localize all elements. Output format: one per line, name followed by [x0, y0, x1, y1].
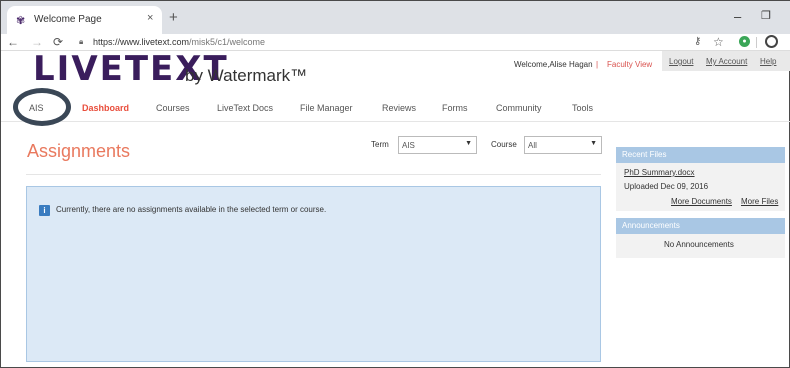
favicon-icon: ✾ — [16, 15, 26, 27]
maximize-button[interactable]: ❐ — [761, 9, 771, 22]
welcome-text: Welcome,Alise Hagan — [514, 60, 593, 69]
recent-files-panel: PhD Summary.docx Uploaded Dec 09, 2016 M… — [616, 163, 785, 211]
minimize-button[interactable]: – — [734, 9, 741, 24]
menu-item-community[interactable]: Community — [496, 103, 542, 113]
lock-icon[interactable]: 🔒︎ — [79, 37, 83, 47]
recent-files-header: Recent Files — [616, 147, 785, 163]
chevron-down-icon: ▼ — [465, 140, 472, 147]
url-field[interactable]: https://www.livetext.com/misk5/c1/welcom… — [93, 37, 265, 47]
course-value: All — [528, 141, 537, 150]
extension-icon[interactable]: ● — [739, 36, 750, 47]
highlight-circle — [13, 88, 71, 126]
url-host: https://www.livetext.com — [93, 37, 190, 47]
menu-item-livetext-docs[interactable]: LiveText Docs — [217, 103, 273, 113]
menu-item-tools[interactable]: Tools — [572, 103, 593, 113]
term-select[interactable]: AIS ▼ — [398, 136, 477, 154]
tab-title: Welcome Page — [34, 14, 102, 25]
course-select[interactable]: All ▼ — [524, 136, 602, 154]
star-icon[interactable]: ☆ — [713, 35, 724, 49]
my-account-link[interactable]: My Account — [706, 57, 747, 66]
forward-icon[interactable]: → — [31, 35, 43, 49]
toolbar-divider — [756, 37, 757, 48]
upload-date: Uploaded Dec 09, 2016 — [624, 182, 709, 191]
info-message: Currently, there are no assignments avai… — [56, 205, 327, 214]
help-link[interactable]: Help — [760, 57, 776, 66]
announcements-header: Announcements — [616, 218, 785, 234]
menu-item-forms[interactable]: Forms — [442, 103, 468, 113]
info-alert: i Currently, there are no assignments av… — [26, 186, 601, 362]
menu-item-dashboard[interactable]: Dashboard — [82, 103, 129, 113]
back-icon[interactable]: ← — [7, 35, 19, 49]
no-announcements-text: No Announcements — [664, 240, 734, 249]
more-documents-link[interactable]: More Documents — [671, 197, 732, 206]
logo-tagline: by Watermark™ — [185, 66, 308, 85]
menu-item-courses[interactable]: Courses — [156, 103, 190, 113]
more-files-link[interactable]: More Files — [741, 197, 778, 206]
logout-link[interactable]: Logout — [669, 57, 693, 66]
main-menu: AIS Dashboard Courses LiveText Docs File… — [1, 96, 790, 122]
divider — [26, 174, 601, 175]
faculty-view-link[interactable]: Faculty View — [607, 60, 652, 69]
term-label: Term — [371, 140, 389, 149]
reload-icon[interactable]: ⟳ — [53, 35, 63, 49]
recent-file-link[interactable]: PhD Summary.docx — [624, 168, 695, 177]
url-path: /misk5/c1/welcome — [189, 37, 266, 47]
page-title: Assignments — [27, 141, 131, 161]
menu-item-file-manager[interactable]: File Manager — [300, 103, 353, 113]
browser-tabbar: ✾ Welcome Page × + – ❐ — [1, 1, 790, 34]
header-separator: | — [596, 60, 599, 69]
top-links: Logout My Account Help — [662, 51, 790, 71]
close-tab-icon[interactable]: × — [147, 12, 153, 24]
key-icon[interactable]: ⚷ — [694, 36, 701, 47]
announcements-panel: No Announcements — [616, 234, 785, 258]
new-tab-button[interactable]: + — [169, 9, 178, 26]
info-icon: i — [39, 205, 50, 216]
term-value: AIS — [402, 141, 415, 150]
course-label: Course — [491, 140, 517, 149]
menu-item-reviews[interactable]: Reviews — [382, 103, 416, 113]
browser-tab[interactable]: ✾ Welcome Page × — [7, 6, 162, 34]
chevron-down-icon: ▼ — [590, 140, 597, 147]
profile-icon[interactable] — [765, 35, 778, 48]
